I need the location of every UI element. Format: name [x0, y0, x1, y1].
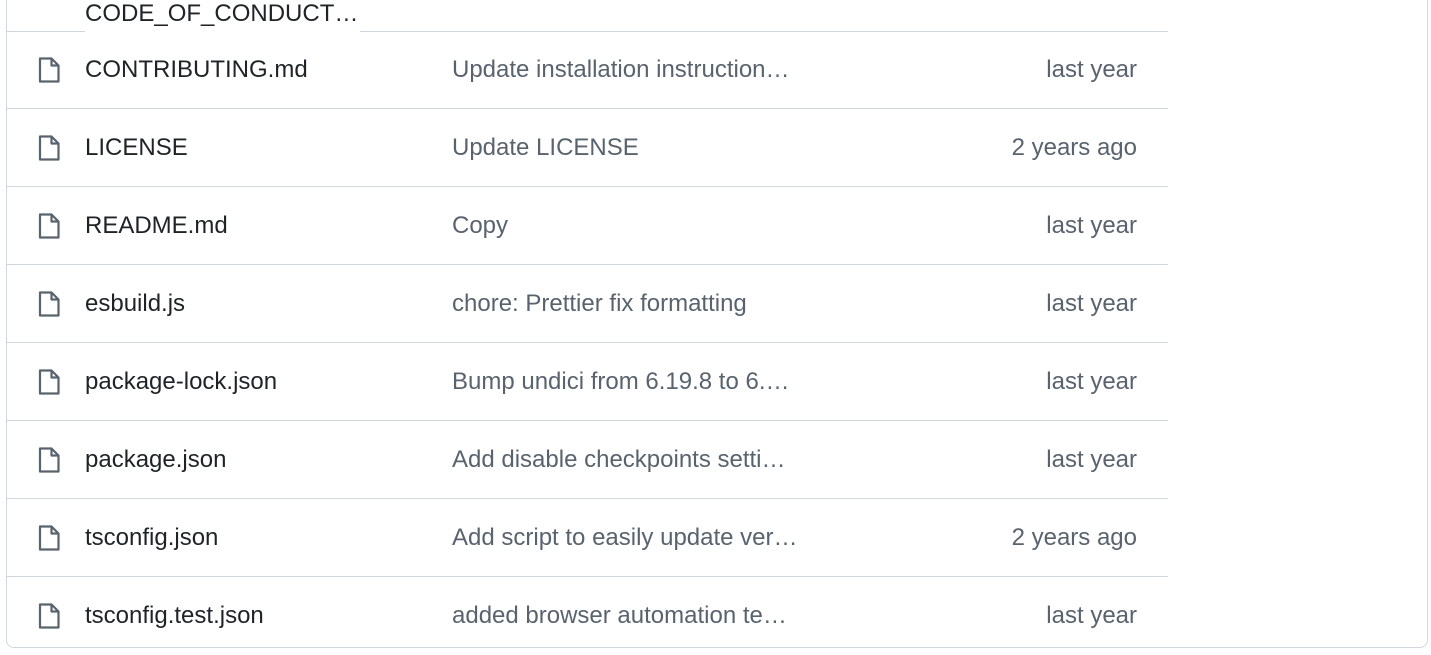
table-row[interactable]: CONTRIBUTING.md Update installation inst…: [7, 31, 1168, 109]
table-row-partial[interactable]: CODE_OF_CONDUCT…: [7, 0, 1168, 32]
table-row[interactable]: package-lock.json Bump undici from 6.19.…: [7, 343, 1168, 421]
commit-time: last year: [1046, 368, 1137, 395]
commit-time: 2 years ago: [1011, 524, 1137, 551]
commit-message-link[interactable]: Update LICENSE: [452, 109, 639, 187]
file-table: CODE_OF_CONDUCT… CONTRIBUTING.md Update …: [7, 0, 1168, 652]
table-row[interactable]: esbuild.js chore: Prettier fix formattin…: [7, 265, 1168, 343]
file-name-link[interactable]: package-lock.json: [85, 343, 277, 421]
commit-time: last year: [1046, 56, 1137, 83]
commit-message-link[interactable]: Update installation instruction…: [452, 31, 790, 109]
commit-time: last year: [1046, 290, 1137, 317]
file-icon: [38, 525, 60, 551]
file-icon: [38, 57, 60, 83]
table-row[interactable]: tsconfig.json Add script to easily updat…: [7, 499, 1168, 577]
file-name-link[interactable]: CODE_OF_CONDUCT…: [85, 0, 361, 32]
commit-message-link[interactable]: Bump undici from 6.19.8 to 6.…: [452, 343, 790, 421]
file-icon: [38, 213, 60, 239]
file-icon: [38, 135, 60, 161]
file-icon: [38, 291, 60, 317]
file-name-link[interactable]: CONTRIBUTING.md: [85, 31, 308, 109]
file-name-link[interactable]: LICENSE: [85, 109, 188, 187]
file-name-link[interactable]: tsconfig.json: [85, 499, 218, 577]
file-name-link[interactable]: package.json: [85, 421, 226, 499]
commit-time: last year: [1046, 212, 1137, 239]
file-name-link[interactable]: tsconfig.test.json: [85, 577, 264, 655]
file-name-link[interactable]: README.md: [85, 187, 228, 265]
file-icon: [38, 369, 60, 395]
commit-message-link[interactable]: added browser automation te…: [452, 577, 787, 655]
file-name-link[interactable]: esbuild.js: [85, 265, 185, 343]
commit-time: 2 years ago: [1011, 134, 1137, 161]
commit-message-link[interactable]: Add script to easily update ver…: [452, 499, 798, 577]
commit-time: last year: [1046, 602, 1137, 629]
table-row[interactable]: README.md Copy last year: [7, 187, 1168, 265]
file-icon: [38, 603, 60, 629]
table-row[interactable]: package.json Add disable checkpoints set…: [7, 421, 1168, 499]
commit-message-link[interactable]: chore: Prettier fix formatting: [452, 265, 747, 343]
table-row[interactable]: LICENSE Update LICENSE 2 years ago: [7, 109, 1168, 187]
commit-time: last year: [1046, 446, 1137, 473]
file-icon: [38, 447, 60, 473]
table-row[interactable]: tsconfig.test.json added browser automat…: [7, 577, 1168, 655]
commit-message-link[interactable]: Add disable checkpoints setti…: [452, 421, 786, 499]
commit-message-link[interactable]: Copy: [452, 187, 508, 265]
